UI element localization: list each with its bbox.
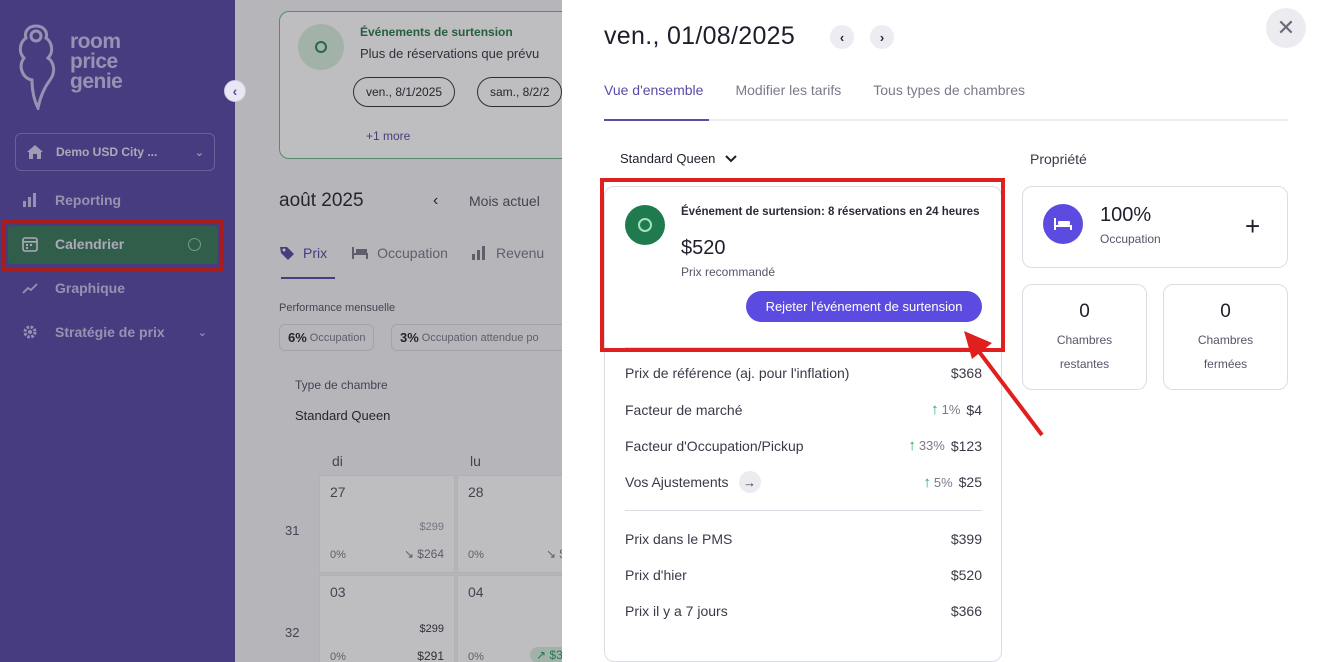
row-value: $520 xyxy=(950,567,982,583)
panel-tabs: Vue d'ensemble Modifier les tarifs Tous … xyxy=(604,82,1057,98)
arrow-up-icon: ↑ xyxy=(923,473,931,491)
breakdown-row: Vos Ajustements → ↑ 5% $25 xyxy=(625,471,982,493)
row-label: Prix d'hier xyxy=(625,567,687,583)
rooms-closed-label: Chambres fermées xyxy=(1164,328,1287,376)
bed-icon xyxy=(1043,204,1083,244)
breakdown-row: Prix de référence (aj. pour l'inflation)… xyxy=(625,365,982,381)
tab-active-underline xyxy=(604,119,709,121)
arrow-up-icon: ↑ xyxy=(908,437,916,454)
divider xyxy=(625,510,982,511)
highlight-box-surge xyxy=(600,178,1005,352)
history-row: Prix dans le PMS $399 xyxy=(625,531,982,547)
occupancy-value: 100% xyxy=(1100,204,1152,226)
rooms-remaining-value: 0 xyxy=(1079,301,1090,322)
label-line: Chambres xyxy=(1197,333,1254,347)
chevron-right-icon: › xyxy=(879,29,885,45)
row-value: $25 xyxy=(958,474,982,490)
rooms-closed-value: 0 xyxy=(1220,301,1231,322)
annotation-arrow-icon xyxy=(964,331,1044,437)
occupancy-label: Occupation xyxy=(1100,232,1161,246)
breakdown-row: Facteur de marché ↑ 1% $4 xyxy=(625,401,982,418)
row-value: $366 xyxy=(950,603,982,619)
row-label: Vos Ajustements xyxy=(625,474,729,490)
prev-day-button[interactable]: ‹ xyxy=(830,25,854,49)
modal-backdrop[interactable] xyxy=(0,0,562,662)
row-label: Prix dans le PMS xyxy=(625,531,733,547)
label-line: fermées xyxy=(1203,357,1248,371)
tab-tous-types[interactable]: Tous types de chambres xyxy=(873,82,1025,98)
plus-icon[interactable]: + xyxy=(1245,211,1260,242)
row-label: Facteur de marché xyxy=(625,401,743,418)
next-day-button[interactable]: › xyxy=(870,25,894,49)
property-section-label: Propriété xyxy=(1030,151,1087,167)
collapse-sidebar-button[interactable]: ‹ xyxy=(224,80,246,102)
room-type-value: Standard Queen xyxy=(620,151,716,166)
row-pct: 33% xyxy=(918,438,945,453)
occupancy-card: 100% Occupation + xyxy=(1022,186,1288,268)
row-pct: 5% xyxy=(933,474,953,490)
rooms-closed-card: 0 Chambres fermées xyxy=(1163,284,1288,390)
breakdown-row: Facteur d'Occupation/Pickup ↑ 33% $123 xyxy=(625,437,982,454)
row-value: $399 xyxy=(950,531,982,547)
close-button[interactable]: ✕ xyxy=(1266,8,1306,48)
room-type-select[interactable]: Standard Queen xyxy=(620,151,738,166)
row-label: Prix il y a 7 jours xyxy=(625,603,728,619)
tab-vue-ensemble[interactable]: Vue d'ensemble xyxy=(604,82,703,98)
tab-modifier-tarifs[interactable]: Modifier les tarifs xyxy=(735,82,841,98)
row-label: Prix de référence (aj. pour l'inflation) xyxy=(625,365,850,381)
arrow-right-icon[interactable]: → xyxy=(738,471,761,493)
row-label: Facteur d'Occupation/Pickup xyxy=(625,437,804,454)
chevron-down-icon xyxy=(725,152,738,166)
chevron-left-icon: ‹ xyxy=(839,29,845,45)
row-pct: 1% xyxy=(941,402,961,417)
panel-date-title: ven., 01/08/2025 xyxy=(604,22,796,50)
history-row: Prix d'hier $520 xyxy=(625,567,982,583)
history-row: Prix il y a 7 jours $366 xyxy=(625,603,982,619)
close-icon: ✕ xyxy=(1276,15,1296,40)
arrow-up-icon: ↑ xyxy=(931,401,939,418)
